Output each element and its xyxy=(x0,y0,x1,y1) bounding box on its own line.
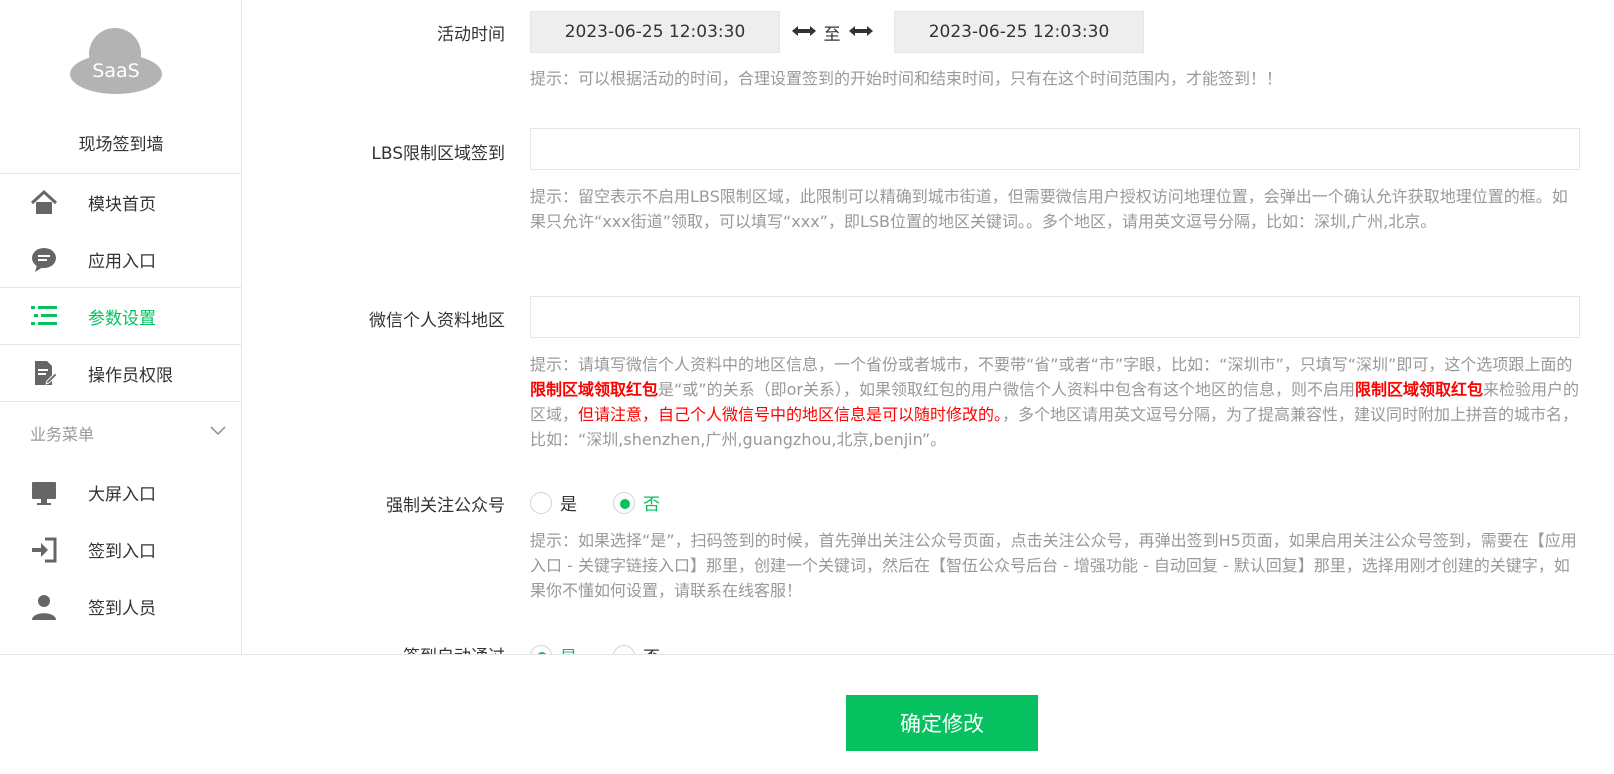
sidebar-item-label: 签到人员 xyxy=(88,599,156,619)
radio-circle xyxy=(613,491,635,514)
force-follow-hint: 提示：如果选择“是”，扫码签到的时候，首先弹出关注公众号页面，点击关注公众号，再… xyxy=(530,531,1577,600)
activity-time-hint: 提示：可以根据活动的时间，合理设置签到的开始时间和结束时间，只有在这个时间范围内… xyxy=(530,69,1283,88)
radio-circle xyxy=(613,644,635,654)
separator-text: 至 xyxy=(823,24,841,45)
hint-warning: 但请注意，自己个人微信号中的地区信息是可以随时修改的。 xyxy=(578,405,1003,424)
date-range-separator: 至 xyxy=(778,11,886,53)
force-follow-yes-radio[interactable]: 是 xyxy=(530,490,577,515)
force-follow-no-radio[interactable]: 否 xyxy=(613,490,660,515)
list-icon xyxy=(30,302,58,330)
section-label: 业务菜单 xyxy=(30,425,95,444)
sidebar-item-label: 操作员权限 xyxy=(88,365,173,386)
activity-time-label: 活动时间 xyxy=(437,25,505,45)
start-time-input[interactable]: 2023-06-25 12:03:30 xyxy=(530,11,780,53)
auto-pass-label: 签到自动通过 xyxy=(403,642,505,654)
double-arrow-icon xyxy=(791,22,816,42)
hint-emphasis: 限制区域领取红包 xyxy=(530,380,659,399)
sidebar-item-label: 应用入口 xyxy=(88,251,156,272)
force-follow-label: 强制关注公众号 xyxy=(386,496,505,516)
hint-emphasis: 限制区域领取红包 xyxy=(1354,380,1483,399)
document-edit-icon xyxy=(30,359,58,387)
end-time-input[interactable]: 2023-06-25 12:03:30 xyxy=(894,11,1144,53)
chat-bubble-icon xyxy=(30,245,58,273)
lbs-input[interactable] xyxy=(530,128,1580,170)
submit-button[interactable]: 确定修改 xyxy=(846,695,1038,751)
business-menu-toggle[interactable]: 业务菜单 xyxy=(0,402,241,464)
lbs-label: LBS限制区域签到 xyxy=(371,144,505,164)
radio-circle xyxy=(530,644,552,654)
sidebar-item-label: 签到入口 xyxy=(88,542,156,562)
sidebar-item-app-entry[interactable]: 应用入口 xyxy=(0,231,241,288)
double-arrow-icon xyxy=(848,22,873,42)
user-icon xyxy=(30,593,58,621)
wechat-region-label: 微信个人资料地区 xyxy=(369,311,505,331)
auto-pass-radio-group: 是 否 xyxy=(530,643,696,654)
sidebar-item-home[interactable]: 模块首页 xyxy=(0,174,241,231)
logo-text: SaaS xyxy=(92,60,140,82)
sign-in-icon xyxy=(30,536,58,564)
monitor-icon xyxy=(30,479,58,507)
auto-pass-yes-radio[interactable]: 是 xyxy=(530,643,577,654)
sidebar-item-operator-permissions[interactable]: 操作员权限 xyxy=(0,345,241,402)
wechat-region-input[interactable] xyxy=(530,296,1580,338)
chevron-down-icon xyxy=(209,422,227,440)
sidebar-item-label: 大屏入口 xyxy=(88,485,156,505)
app-name: 现场签到墙 xyxy=(78,135,164,155)
sidebar-item-settings[interactable]: 参数设置 xyxy=(0,288,241,345)
form-footer: 确定修改 xyxy=(0,654,1614,774)
sidebar: SaaS 现场签到墙 模块首页 应用入口 参数设置 操作员权限 业务菜单 大屏入… xyxy=(0,0,242,654)
lbs-hint: 提示：留空表示不启用LBS限制区域，此限制可以精确到城市街道，但需要微信用户授权… xyxy=(530,187,1568,231)
sidebar-item-label: 模块首页 xyxy=(88,195,156,215)
sidebar-item-sign-in-entry[interactable]: 签到入口 xyxy=(0,521,241,578)
sidebar-item-label: 参数设置 xyxy=(88,308,156,329)
logo-area: SaaS 现场签到墙 xyxy=(0,0,241,174)
radio-circle xyxy=(530,491,552,514)
wechat-region-hint: 提示：请填写微信个人资料中的地区信息，一个省份或者城市，不要带“省”或者“市”字… xyxy=(530,355,1579,449)
home-icon xyxy=(30,189,58,217)
auto-pass-no-radio[interactable]: 否 xyxy=(613,643,660,654)
sidebar-item-big-screen[interactable]: 大屏入口 xyxy=(0,464,241,521)
force-follow-radio-group: 是 否 xyxy=(530,490,696,515)
settings-form: 活动时间 2023-06-25 12:03:30 至 2023-06-25 12… xyxy=(243,0,1614,654)
saas-logo: SaaS xyxy=(68,26,164,96)
sidebar-item-attendees[interactable]: 签到人员 xyxy=(0,578,241,635)
